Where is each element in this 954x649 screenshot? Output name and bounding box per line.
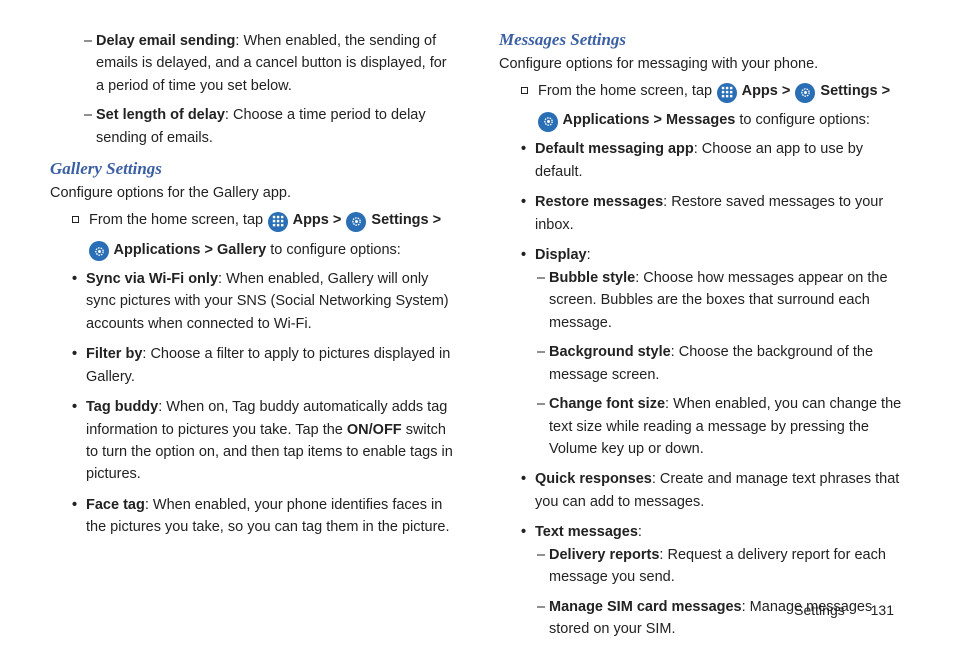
- list-item: Change font size: When enabled, you can …: [537, 393, 904, 460]
- gallery-path-2: Applications > Gallery to configure opti…: [88, 239, 455, 262]
- gallery-bullets: Sync via Wi-Fi only: When enabled, Galle…: [50, 268, 455, 539]
- gallery-from-prefix: From the home screen, tap: [89, 212, 267, 228]
- gallery-path-tail-rest: to configure options:: [266, 242, 401, 258]
- settings-icon: [346, 212, 366, 232]
- sub-list: Delivery reports: Request a delivery rep…: [535, 544, 904, 641]
- messages-heading: Messages Settings: [499, 30, 904, 50]
- square-bullet-icon: [72, 216, 79, 223]
- messages-bullets: Default messaging app: Choose an app to …: [499, 138, 904, 640]
- gallery-heading: Gallery Settings: [50, 159, 455, 179]
- gallery-intro: Configure options for the Gallery app.: [50, 185, 455, 201]
- settings-icon: [89, 241, 109, 261]
- list-item: Default messaging app: Choose an app to …: [521, 138, 904, 183]
- list-item: Sync via Wi-Fi only: When enabled, Galle…: [72, 268, 455, 335]
- messages-from-prefix: From the home screen, tap: [538, 83, 716, 99]
- apps-label: Apps >: [738, 83, 794, 99]
- apps-icon: [268, 212, 288, 232]
- list-item: Delivery reports: Request a delivery rep…: [537, 544, 904, 589]
- settings-label: Settings >: [367, 212, 441, 228]
- settings-label: Settings >: [816, 83, 890, 99]
- apps-icon: [717, 83, 737, 103]
- messages-intro: Configure options for messaging with you…: [499, 56, 904, 72]
- list-item: Display:Bubble style: Choose how message…: [521, 244, 904, 460]
- right-column: Messages Settings Configure options for …: [499, 30, 904, 649]
- footer-page: 131: [871, 602, 894, 618]
- list-item: Background style: Choose the background …: [537, 341, 904, 386]
- messages-path-2: Applications > Messages to configure opt…: [537, 109, 904, 132]
- apps-label: Apps >: [289, 212, 345, 228]
- list-item: Tag buddy: When on, Tag buddy automatica…: [72, 396, 455, 486]
- settings-icon: [538, 112, 558, 132]
- list-item: Set length of delay: Choose a time perio…: [84, 104, 455, 149]
- messages-path: From the home screen, tap Apps > Setting…: [521, 80, 904, 103]
- list-item: Filter by: Choose a filter to apply to p…: [72, 343, 455, 388]
- settings-icon: [795, 83, 815, 103]
- list-item: Bubble style: Choose how messages appear…: [537, 267, 904, 334]
- left-column: Delay email sending: When enabled, the s…: [50, 30, 455, 649]
- gallery-path: From the home screen, tap Apps > Setting…: [72, 209, 455, 232]
- page-footer: Settings 131: [794, 602, 894, 618]
- sub-list: Bubble style: Choose how messages appear…: [535, 267, 904, 461]
- email-pre-list: Delay email sending: When enabled, the s…: [50, 30, 455, 149]
- list-item: Text messages:Delivery reports: Request …: [521, 521, 904, 640]
- list-item: Face tag: When enabled, your phone ident…: [72, 494, 455, 539]
- list-item: Quick responses: Create and manage text …: [521, 468, 904, 513]
- square-bullet-icon: [521, 87, 528, 94]
- list-item: Restore messages: Restore saved messages…: [521, 191, 904, 236]
- messages-path-tail: Applications > Messages: [559, 112, 735, 128]
- gallery-path-tail: Applications > Gallery: [110, 242, 266, 258]
- list-item: Delay email sending: When enabled, the s…: [84, 30, 455, 97]
- messages-path-tail-rest: to configure options:: [735, 112, 870, 128]
- footer-section: Settings: [794, 602, 845, 618]
